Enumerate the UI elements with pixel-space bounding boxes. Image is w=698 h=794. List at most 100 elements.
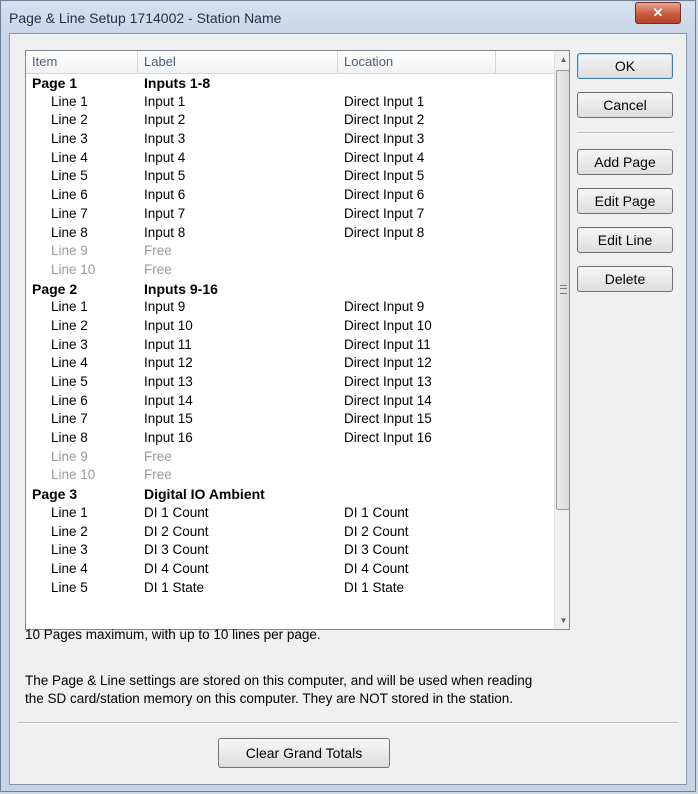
list-item[interactable]: Line 2 Input 10 Direct Input 10 [26, 317, 554, 336]
item-cell: Page 2 [32, 280, 78, 297]
scroll-up-arrow-icon[interactable]: ▲ [555, 51, 569, 68]
label-cell: Input 5 [144, 168, 186, 184]
list-group-row[interactable]: Page 3 Digital IO Ambient [26, 485, 554, 504]
label-cell: Input 7 [144, 205, 186, 221]
item-cell: Line 5 [51, 579, 88, 595]
list-item[interactable]: Line 5 DI 1 State DI 1 State [26, 579, 554, 598]
location-cell: Direct Input 15 [344, 411, 432, 427]
label-cell: Free [144, 261, 172, 277]
location-cell: Direct Input 10 [344, 317, 432, 333]
list-item[interactable]: Line 10 Free [26, 261, 554, 280]
label-cell: Inputs 1-8 [144, 75, 211, 91]
list-item[interactable]: Line 9 Free [26, 242, 554, 261]
delete-button[interactable]: Delete [577, 266, 673, 292]
location-cell: DI 1 State [344, 579, 405, 595]
list-item[interactable]: Line 3 DI 3 Count DI 3 Count [26, 541, 554, 560]
location-cell: Direct Input 12 [344, 355, 432, 371]
list-item[interactable]: Line 5 Input 13 Direct Input 13 [26, 373, 554, 392]
label-cell: Free [144, 448, 172, 464]
label-cell: Input 15 [144, 411, 193, 427]
label-cell: DI 4 Count [144, 560, 209, 576]
label-cell: Input 8 [144, 224, 186, 240]
list-item[interactable]: Line 7 Input 7 Direct Input 7 [26, 205, 554, 224]
list-group-row[interactable]: Page 2 Inputs 9-16 [26, 280, 554, 299]
label-cell: Inputs 9-16 [144, 280, 218, 297]
location-cell: DI 4 Count [344, 560, 409, 576]
footer-separator [18, 722, 678, 724]
location-cell: Direct Input 14 [344, 392, 432, 408]
location-cell: Direct Input 9 [344, 299, 425, 315]
column-header-item[interactable]: Item [26, 51, 138, 73]
list-item[interactable]: Line 8 Input 8 Direct Input 8 [26, 224, 554, 243]
list-item[interactable]: Line 4 Input 4 Direct Input 4 [26, 149, 554, 168]
column-header-location[interactable]: Location [338, 51, 496, 73]
list-item[interactable]: Line 2 Input 2 Direct Input 2 [26, 111, 554, 130]
cancel-button[interactable]: Cancel [577, 92, 673, 118]
location-cell: Direct Input 1 [344, 93, 425, 109]
item-cell: Line 1 [51, 504, 88, 520]
list-item[interactable]: Line 7 Input 15 Direct Input 15 [26, 410, 554, 429]
scroll-thumb[interactable] [556, 70, 569, 510]
list-group-row[interactable]: Page 1 Inputs 1-8 [26, 74, 554, 93]
item-cell: Line 4 [51, 355, 88, 371]
label-cell: Input 9 [144, 299, 186, 315]
list-item[interactable]: Line 2 DI 2 Count DI 2 Count [26, 523, 554, 542]
item-cell: Line 3 [51, 336, 88, 352]
list-item[interactable]: Line 9 Free [26, 448, 554, 467]
location-cell: Direct Input 2 [344, 112, 425, 128]
label-cell: DI 3 Count [144, 542, 209, 558]
item-cell: Line 6 [51, 392, 88, 408]
label-cell: Input 16 [144, 430, 193, 446]
dialog-window: Page & Line Setup 1714002 - Station Name… [0, 0, 696, 792]
column-header-label[interactable]: Label [138, 51, 338, 73]
item-cell: Line 10 [51, 467, 96, 483]
item-cell: Line 2 [51, 317, 88, 333]
list-item[interactable]: Line 1 Input 1 Direct Input 1 [26, 93, 554, 112]
location-cell: Direct Input 3 [344, 131, 425, 147]
item-cell: Line 7 [51, 205, 88, 221]
ok-button[interactable]: OK [577, 53, 673, 79]
storage-note-line1: The Page & Line settings are stored on t… [25, 673, 533, 688]
label-cell: Input 14 [144, 392, 193, 408]
item-cell: Line 2 [51, 112, 88, 128]
list-item[interactable]: Line 1 Input 9 Direct Input 9 [26, 298, 554, 317]
list-item[interactable]: Line 4 Input 12 Direct Input 12 [26, 354, 554, 373]
location-cell: Direct Input 5 [344, 168, 425, 184]
list-item[interactable]: Line 5 Input 5 Direct Input 5 [26, 167, 554, 186]
item-cell: Line 4 [51, 560, 88, 576]
list-item[interactable]: Line 4 DI 4 Count DI 4 Count [26, 560, 554, 579]
scroll-down-arrow-icon[interactable]: ▼ [555, 612, 569, 629]
item-cell: Line 4 [51, 149, 88, 165]
list-item[interactable]: Line 10 Free [26, 466, 554, 485]
item-cell: Line 7 [51, 411, 88, 427]
column-header-blank[interactable] [496, 51, 554, 73]
clear-grand-totals-button[interactable]: Clear Grand Totals [218, 738, 390, 768]
edit-line-button[interactable]: Edit Line [577, 227, 673, 253]
list-item[interactable]: Line 3 Input 11 Direct Input 11 [26, 336, 554, 355]
list-item[interactable]: Line 3 Input 3 Direct Input 3 [26, 130, 554, 149]
item-cell: Line 3 [51, 131, 88, 147]
item-cell: Page 1 [32, 75, 78, 91]
label-cell: Free [144, 467, 172, 483]
close-icon[interactable]: ✕ [635, 2, 681, 24]
location-cell: Direct Input 16 [344, 430, 432, 446]
list-item[interactable]: Line 6 Input 14 Direct Input 14 [26, 392, 554, 411]
list-item[interactable]: Line 8 Input 16 Direct Input 16 [26, 429, 554, 448]
edit-page-button[interactable]: Edit Page [577, 188, 673, 214]
item-cell: Line 9 [51, 448, 88, 464]
list-item[interactable]: Line 6 Input 6 Direct Input 6 [26, 186, 554, 205]
location-cell: Direct Input 7 [344, 205, 425, 221]
title-bar[interactable]: Page & Line Setup 1714002 - Station Name… [1, 1, 695, 33]
vertical-scrollbar[interactable]: ▲ ▼ [554, 51, 569, 629]
label-cell: Input 1 [144, 93, 186, 109]
page-line-list[interactable]: Item Label Location Page 1 Inputs 1-8 Line… [25, 50, 570, 630]
label-cell: Digital IO Ambient [144, 486, 265, 503]
list-item[interactable]: Line 1 DI 1 Count DI 1 Count [26, 504, 554, 523]
add-page-button[interactable]: Add Page [577, 149, 673, 175]
label-cell: DI 1 State [144, 579, 205, 595]
location-cell: Direct Input 11 [344, 336, 431, 352]
label-cell: Input 3 [144, 131, 186, 147]
item-cell: Page 3 [32, 486, 78, 503]
dialog-client-area: Item Label Location Page 1 Inputs 1-8 Line… [9, 33, 687, 785]
max-pages-note: 10 Pages maximum, with up to 10 lines pe… [25, 627, 321, 642]
